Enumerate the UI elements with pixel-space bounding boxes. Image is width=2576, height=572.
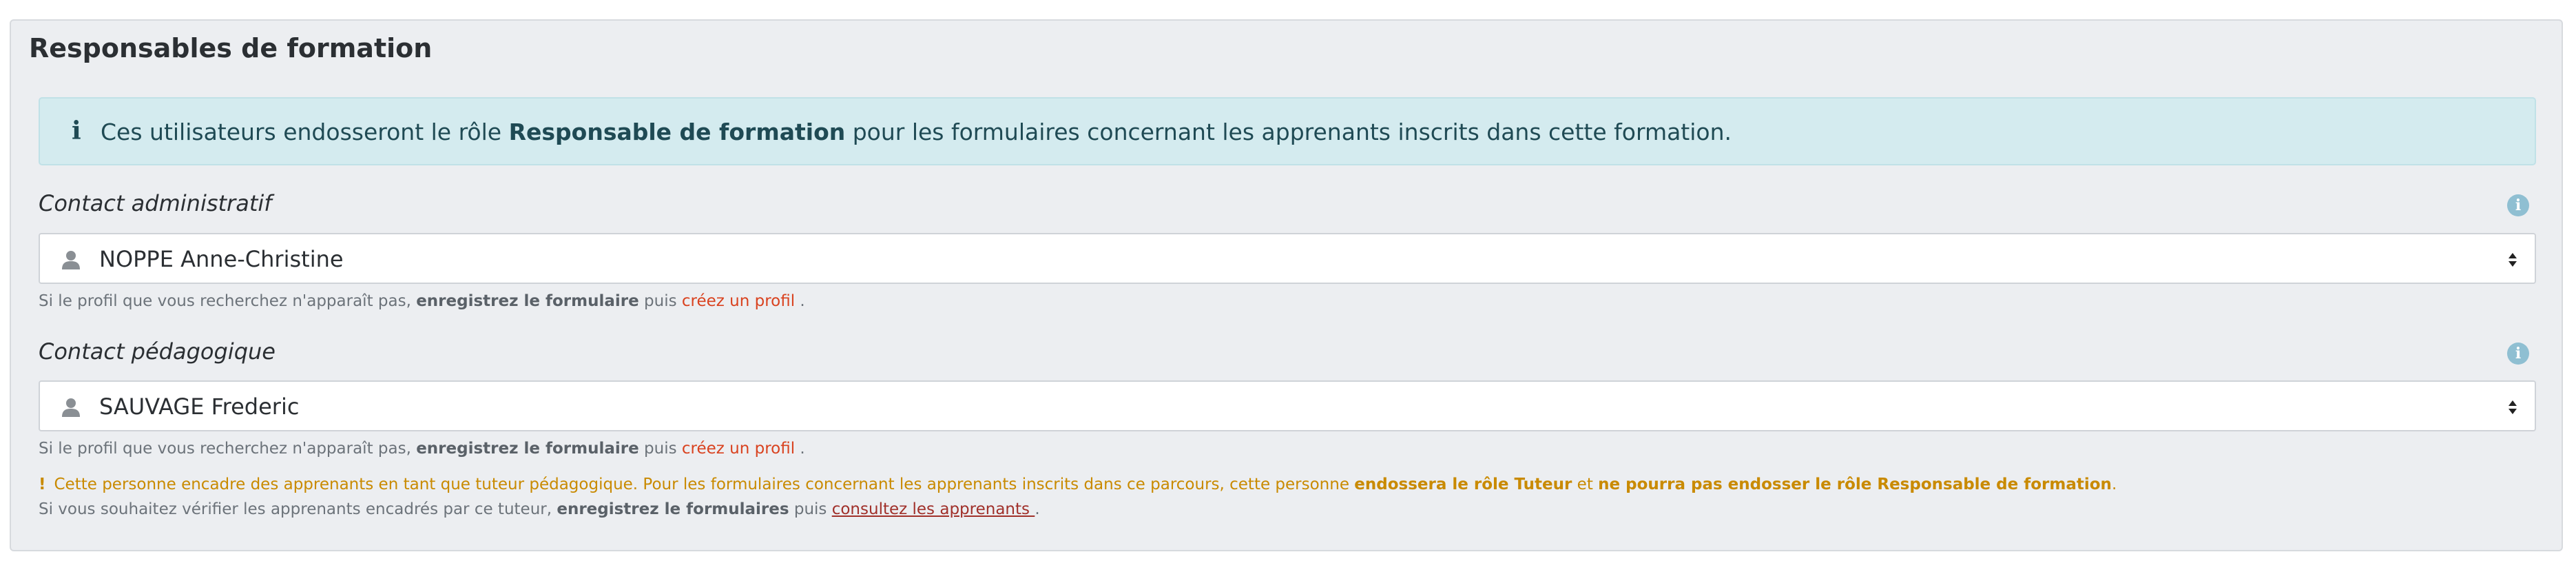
create-profile-link[interactable]: créez un profil — [682, 440, 795, 458]
info-alert: i Ces utilisateurs endosseront le rôle R… — [39, 97, 2536, 165]
check-help-prefix: Si vous souhaitez vérifier les apprenant… — [39, 500, 557, 518]
help-middle: puis — [638, 292, 682, 310]
user-icon — [62, 398, 80, 417]
tutor-check-help: Si vous souhaitez vérifier les apprenant… — [39, 500, 1040, 518]
warning-text-2: et — [1572, 476, 1599, 493]
admin-contact-label: Contact administratif — [39, 190, 272, 216]
check-help-middle: puis — [789, 500, 832, 518]
help-save-bold: enregistrez le formulaire — [416, 292, 639, 310]
alert-text-after: pour les formulaires concernant les appr… — [845, 119, 1732, 145]
admin-contact-help: Si le profil que vous recherchez n'appar… — [39, 292, 805, 310]
pedago-contact-info-icon[interactable]: i — [2507, 343, 2529, 365]
warning-text-3: . — [2111, 476, 2117, 493]
sort-caret-icon — [2509, 400, 2517, 414]
help-suffix: . — [795, 292, 805, 310]
section-title: Responsables de formation — [29, 33, 433, 63]
admin-contact-info-icon[interactable]: i — [2507, 194, 2529, 216]
admin-contact-select[interactable]: NOPPE Anne-Christine — [39, 233, 2536, 284]
help-save-bold: enregistrez le formulaire — [416, 440, 639, 458]
warning-bold-1: endossera le rôle Tuteur — [1354, 476, 1572, 493]
alert-text: Ces utilisateurs endosseront le rôle Res… — [101, 119, 1732, 145]
user-icon — [62, 251, 80, 269]
check-help-bold: enregistrez le formulaires — [557, 500, 789, 518]
help-prefix: Si le profil que vous recherchez n'appar… — [39, 440, 417, 458]
sort-caret-icon — [2509, 253, 2517, 267]
alert-text-before: Ces utilisateurs endosseront le rôle — [101, 119, 509, 145]
warning-text-1: Cette personne encadre des apprenants en… — [54, 476, 1355, 493]
admin-contact-value: NOPPE Anne-Christine — [99, 246, 344, 272]
create-profile-link[interactable]: créez un profil — [682, 292, 795, 310]
warning-icon: ! — [39, 476, 46, 493]
pedago-contact-select[interactable]: SAUVAGE Frederic — [39, 380, 2536, 431]
pedago-contact-label: Contact pédagogique — [39, 338, 276, 365]
alert-text-bold: Responsable de formation — [508, 119, 846, 145]
consult-learners-link[interactable]: consultez les apprenants — [832, 500, 1035, 518]
pedago-contact-value: SAUVAGE Frederic — [99, 394, 300, 420]
pedago-contact-help: Si le profil que vous recherchez n'appar… — [39, 440, 805, 458]
warning-bold-2: ne pourra pas endosser le rôle Responsab… — [1598, 476, 2112, 493]
check-help-suffix: . — [1035, 500, 1040, 518]
info-icon: i — [72, 116, 81, 145]
help-middle: puis — [638, 440, 682, 458]
help-suffix: . — [795, 440, 805, 458]
tutor-warning: ! Cette personne encadre des apprenants e… — [39, 476, 2117, 493]
help-prefix: Si le profil que vous recherchez n'appar… — [39, 292, 417, 310]
